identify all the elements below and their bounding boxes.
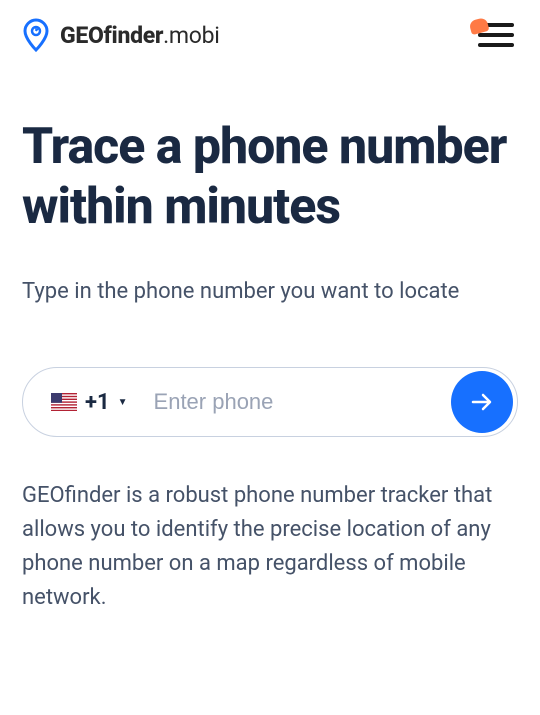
submit-button[interactable] xyxy=(451,371,513,433)
arrow-right-icon xyxy=(471,393,493,411)
menu-button[interactable] xyxy=(478,23,518,47)
phone-number-input[interactable] xyxy=(142,389,451,415)
us-flag-icon xyxy=(51,393,77,411)
country-code-text: +1 xyxy=(85,390,110,415)
logo[interactable]: GEOfinder.mobi xyxy=(22,18,220,52)
phone-input-container: +1 ▼ xyxy=(22,367,518,437)
hero-subtitle: Type in the phone number you want to loc… xyxy=(22,275,518,309)
header: GEOfinder.mobi xyxy=(22,18,518,52)
country-code-selector[interactable]: +1 ▼ xyxy=(51,390,142,415)
logo-text: GEOfinder.mobi xyxy=(60,22,220,49)
description-text: GEOfinder is a robust phone number track… xyxy=(22,479,518,615)
chevron-down-icon: ▼ xyxy=(118,397,128,408)
location-pin-icon xyxy=(22,18,50,52)
hero-title: Trace a phone number within minutes xyxy=(22,117,518,237)
